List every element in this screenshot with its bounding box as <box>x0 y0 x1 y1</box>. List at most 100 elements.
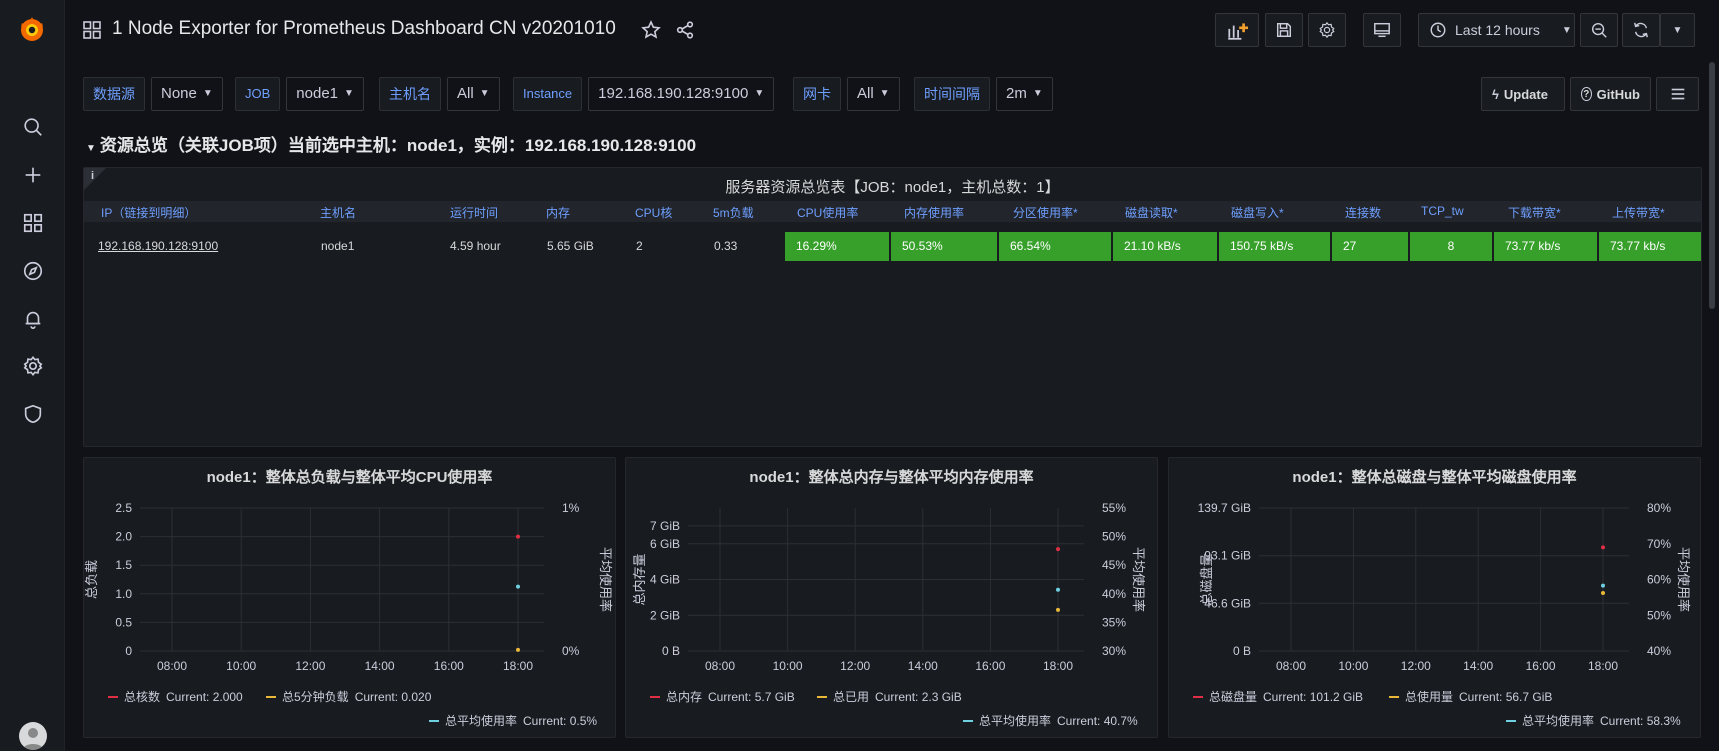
refresh-interval-dropdown[interactable]: ▼ <box>1660 13 1695 47</box>
search-icon[interactable] <box>20 114 46 140</box>
var-interval-select[interactable]: 2m ▼ <box>996 77 1053 111</box>
configuration-gear-icon[interactable] <box>20 353 46 379</box>
col-header[interactable]: CPU核 <box>635 204 672 221</box>
data-point[interactable] <box>1601 583 1605 588</box>
x-tick-label: 12:00 <box>295 659 325 673</box>
menu-hamburger-button[interactable] <box>1656 77 1699 111</box>
col-header[interactable]: 内存使用率 <box>904 204 964 221</box>
chevron-down-icon: ▼ <box>344 88 354 99</box>
github-link-button[interactable]: ? GitHub <box>1570 77 1651 111</box>
disk-chart-panel: node1：整体总磁盘与整体平均磁盘使用率 139.7 GiB 93.1 GiB 4… <box>1168 457 1701 738</box>
var-job-select[interactable]: node1 ▼ <box>286 77 364 111</box>
var-value: 192.168.190.128:9100 <box>598 85 749 102</box>
x-tick-label: 16:00 <box>975 659 1005 673</box>
col-header[interactable]: 磁盘读取* <box>1125 204 1178 221</box>
update-link-button[interactable]: ϟ Update <box>1481 77 1565 111</box>
data-point[interactable] <box>516 584 520 589</box>
col-header[interactable]: 主机名 <box>320 204 356 221</box>
var-label: 时间间隔 <box>914 77 990 111</box>
var-label: 主机名 <box>379 77 441 111</box>
chevron-down-icon: ▼ <box>1672 24 1683 36</box>
github-link-label: GitHub <box>1596 86 1640 102</box>
col-header[interactable]: CPU使用率 <box>797 204 858 221</box>
row-title[interactable]: ▼ 资源总览（关联JOB项）当前选中主机：node1，实例：192.168.190… <box>86 131 696 156</box>
col-header[interactable]: 分区使用率* <box>1013 204 1078 221</box>
col-header[interactable]: 下载带宽* <box>1508 204 1561 221</box>
legend-item[interactable]: 总平均使用率 Current: 0.5% <box>429 712 597 729</box>
create-plus-icon[interactable] <box>20 162 46 188</box>
legend-current: Current: 56.7 GiB <box>1459 689 1553 704</box>
var-datasource-select[interactable]: None ▼ <box>151 77 223 111</box>
var-label: 网卡 <box>793 77 841 111</box>
var-instance: Instance 192.168.190.128:9100 ▼ <box>513 77 775 111</box>
add-panel-button[interactable] <box>1215 13 1259 47</box>
y-tick-label: 2 GiB <box>650 608 680 622</box>
alerting-bell-icon[interactable] <box>20 306 46 332</box>
col-header[interactable]: 连接数 <box>1345 204 1381 221</box>
chevron-down-icon: ▼ <box>879 88 890 99</box>
col-header[interactable]: 磁盘写入* <box>1231 204 1284 221</box>
page-scrollbar[interactable] <box>1709 62 1715 309</box>
var-instance-select[interactable]: 192.168.190.128:9100 ▼ <box>588 77 775 111</box>
table-cell: 150.75 kB/s <box>1219 232 1330 261</box>
share-icon[interactable] <box>675 20 695 40</box>
legend-swatch <box>108 695 118 698</box>
legend-name: 总已用 <box>833 690 870 704</box>
x-tick-label: 08:00 <box>1276 659 1306 673</box>
dashboard-grid-icon[interactable] <box>83 21 101 39</box>
save-dashboard-button[interactable] <box>1265 13 1303 47</box>
x-tick-label: 14:00 <box>908 659 938 673</box>
ip-link[interactable]: 192.168.190.128:9100 <box>98 232 218 261</box>
explore-compass-icon[interactable] <box>20 258 46 284</box>
legend-item[interactable]: 总平均使用率 Current: 58.3% <box>1506 712 1681 729</box>
dashboard-settings-button[interactable] <box>1308 13 1346 47</box>
col-header[interactable]: 内存 <box>546 204 570 221</box>
legend-name: 总内存 <box>666 690 703 704</box>
y2-tick-label: 40% <box>1647 644 1671 658</box>
data-point[interactable] <box>516 534 520 539</box>
x-tick-label: 18:00 <box>1588 659 1618 673</box>
y-tick-label: 7 GiB <box>650 519 680 533</box>
col-header[interactable]: 上传带宽* <box>1612 204 1665 221</box>
grafana-logo-icon[interactable] <box>17 14 47 44</box>
x-tick-label: 16:00 <box>1526 659 1556 673</box>
legend-item[interactable]: 总磁盘量 Current: 101.2 GiB <box>1193 688 1363 705</box>
col-header[interactable]: IP（链接到明细） <box>101 204 196 221</box>
user-avatar[interactable] <box>19 722 47 750</box>
legend-current: Current: 0.5% <box>523 713 598 728</box>
y2-tick-label: 40% <box>1102 587 1126 601</box>
data-point[interactable] <box>1056 547 1060 552</box>
zoom-out-button[interactable] <box>1580 13 1618 47</box>
legend-item[interactable]: 总内存 Current: 5.7 GiB <box>650 688 795 705</box>
col-header[interactable]: 运行时间 <box>450 204 498 221</box>
y-axis-label: 总磁盘量 <box>1199 553 1214 605</box>
x-tick-label: 08:00 <box>157 659 187 673</box>
dashboards-icon[interactable] <box>20 210 46 236</box>
server-admin-shield-icon[interactable] <box>20 401 46 427</box>
dashboard-title[interactable]: 1 Node Exporter for Prometheus Dashboard… <box>112 18 616 40</box>
cpu-load-chart-panel: node1：整体总负载与整体平均CPU使用率 2.5 2.0 1.5 1.0 0.5 0 1… <box>83 457 616 738</box>
legend-item[interactable]: 总平均使用率 Current: 40.7% <box>963 712 1138 729</box>
data-point[interactable] <box>516 647 520 652</box>
legend-name: 总平均使用率 <box>445 714 518 728</box>
col-header[interactable]: 5m负载 <box>713 204 754 221</box>
table-title: 服务器资源总览表【JOB：node1，主机总数：1】 <box>725 179 1060 196</box>
data-point[interactable] <box>1601 590 1605 595</box>
var-nic-select[interactable]: All ▼ <box>847 77 900 111</box>
legend-item[interactable]: 总核数 Current: 2.000 <box>108 688 243 705</box>
refresh-button[interactable] <box>1622 13 1660 47</box>
col-header[interactable]: TCP_tw <box>1421 204 1464 218</box>
legend-item[interactable]: 总使用量 Current: 56.7 GiB <box>1389 688 1552 705</box>
tv-mode-button[interactable] <box>1363 13 1401 47</box>
time-range-label: Last 12 hours <box>1455 22 1540 38</box>
data-point[interactable] <box>1601 545 1605 550</box>
time-range-picker[interactable]: Last 12 hours ▼ <box>1418 13 1575 47</box>
legend-item[interactable]: 总5分钟负载 Current: 0.020 <box>266 688 431 705</box>
table-cell: 27 <box>1332 232 1408 261</box>
data-point[interactable] <box>1056 587 1060 592</box>
data-point[interactable] <box>1056 607 1060 612</box>
star-favorite-icon[interactable] <box>641 20 661 40</box>
legend-name: 总磁盘量 <box>1209 690 1258 704</box>
var-hostname-select[interactable]: All ▼ <box>447 77 500 111</box>
legend-item[interactable]: 总已用 Current: 2.3 GiB <box>817 688 962 705</box>
